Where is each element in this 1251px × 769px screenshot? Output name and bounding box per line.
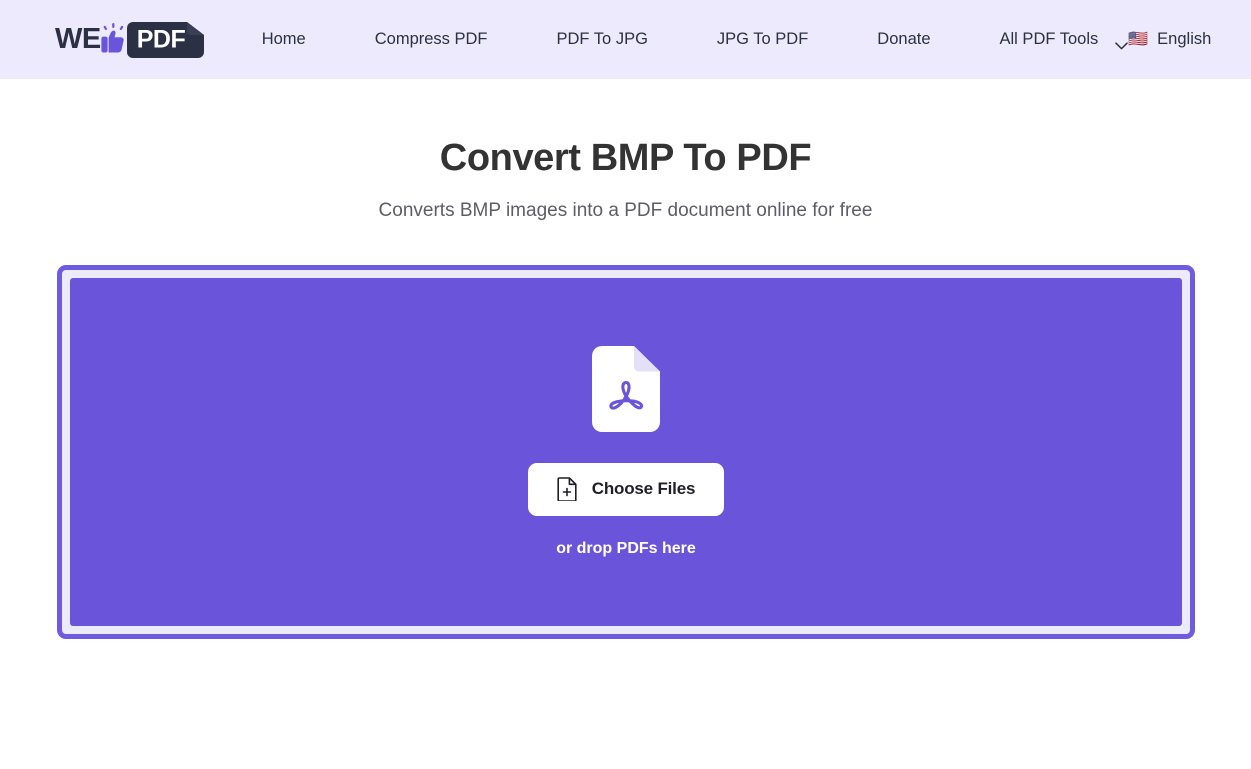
pdf-file-icon	[592, 345, 660, 432]
nav-label: PDF To JPG	[556, 30, 648, 48]
language-label: English	[1157, 30, 1212, 48]
nav-item-home[interactable]: Home	[262, 20, 306, 59]
main-navigation: Home Compress PDF PDF To JPG JPG To PDF …	[262, 20, 1129, 59]
drop-hint-text: or drop PDFs here	[556, 539, 696, 557]
nav-item-donate[interactable]: Donate	[877, 20, 930, 59]
language-selector[interactable]: 🇺🇸 English	[1128, 30, 1211, 49]
thumbs-up-icon	[99, 22, 129, 57]
nav-label: Home	[261, 30, 306, 48]
logo-badge-label: PDF	[136, 25, 186, 53]
choose-files-button[interactable]: Choose Files	[527, 462, 725, 516]
nav-item-all-pdf-tools[interactable]: All PDF Tools	[1000, 20, 1129, 59]
logo-pdf-badge: PDF	[126, 21, 204, 58]
page-title: Convert BMP To PDF	[439, 137, 812, 179]
page-subtitle: Converts BMP images into a PDF document …	[378, 199, 873, 221]
file-plus-icon	[557, 477, 577, 502]
file-dropzone-frame: Choose Files or drop PDFs here	[57, 264, 1195, 639]
site-header: WE PDF Home Compress PDF PDF To JPG JPG …	[0, 0, 1251, 79]
file-dropzone[interactable]: Choose Files or drop PDFs here	[70, 277, 1182, 626]
nav-label: Donate	[877, 30, 931, 48]
main-content: Convert BMP To PDF Converts BMP images i…	[0, 79, 1251, 639]
logo-text-we: WE	[55, 23, 101, 55]
site-logo[interactable]: WE PDF	[55, 18, 204, 62]
nav-item-jpg-to-pdf[interactable]: JPG To PDF	[717, 20, 808, 59]
nav-label: JPG To PDF	[716, 30, 809, 48]
nav-label: All PDF Tools	[999, 30, 1099, 48]
us-flag-icon: 🇺🇸	[1128, 30, 1149, 48]
chevron-down-icon	[1115, 36, 1128, 49]
nav-item-compress-pdf[interactable]: Compress PDF	[375, 20, 488, 59]
nav-label: Compress PDF	[374, 30, 488, 48]
choose-files-label: Choose Files	[591, 479, 696, 499]
nav-item-pdf-to-jpg[interactable]: PDF To JPG	[557, 20, 648, 59]
